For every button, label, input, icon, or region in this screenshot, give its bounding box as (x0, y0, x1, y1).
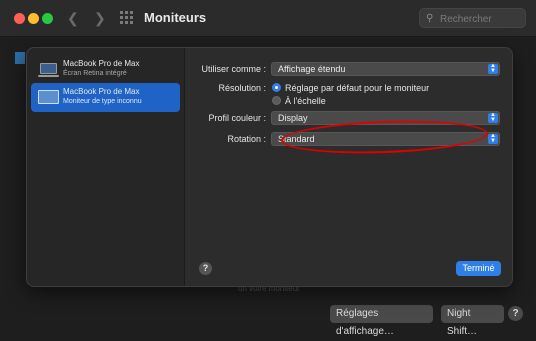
display-item-external[interactable]: MacBook Pro de Max Moniteur de type inco… (31, 83, 180, 112)
minimize-window-button[interactable] (28, 13, 39, 24)
display-list: MacBook Pro de Max Écran Retina intégré … (27, 48, 185, 286)
resolution-default-radio[interactable] (272, 83, 281, 92)
resolution-label: Résolution : (218, 83, 266, 93)
chevron-updown-icon: ▲ ▼ (488, 112, 498, 123)
chevron-updown-icon: ▲ ▼ (488, 133, 498, 144)
use-as-value: Affichage étendu (278, 64, 346, 74)
monitor-display-icon (38, 90, 59, 104)
display-name: MacBook Pro de Max (63, 87, 140, 96)
display-item-builtin[interactable]: MacBook Pro de Max Écran Retina intégré (31, 55, 180, 84)
background-display-preview (15, 52, 25, 64)
display-settings-sheet: MacBook Pro de Max Écran Retina intégré … (26, 47, 513, 287)
laptop-display-icon (38, 63, 59, 77)
resolution-default-label[interactable]: Réglage par défaut pour le moniteur (285, 83, 429, 93)
window-title: Moniteurs (144, 10, 207, 25)
display-settings-button[interactable]: Réglages d'affichage… (330, 305, 433, 337)
done-button[interactable]: Terminé (456, 261, 501, 276)
search-input[interactable] (438, 11, 526, 27)
help-icon[interactable]: ? (508, 306, 523, 321)
use-as-popup[interactable]: Affichage étendu ▲ ▼ (271, 62, 500, 76)
back-chevron-icon[interactable]: ❮ (67, 10, 79, 27)
color-profile-value: Display (278, 113, 308, 123)
rotation-label: Rotation : (227, 134, 266, 144)
resolution-scaled-label[interactable]: À l'échelle (285, 96, 326, 106)
display-subtitle: Écran Retina intégré (63, 70, 127, 77)
chevron-updown-icon: ▲ ▼ (488, 63, 498, 74)
search-field[interactable]: ⚲ (419, 8, 526, 28)
search-icon: ⚲ (426, 13, 434, 24)
color-profile-label: Profil couleur : (208, 113, 266, 123)
display-subtitle: Moniteur de type inconnu (63, 98, 142, 105)
forward-chevron-icon[interactable]: ❯ (94, 10, 106, 27)
show-all-grid-icon[interactable] (120, 11, 134, 25)
help-icon[interactable]: ? (199, 262, 212, 275)
close-window-button[interactable] (14, 13, 25, 24)
zoom-window-button[interactable] (42, 13, 53, 24)
night-shift-button[interactable]: Night Shift… (441, 305, 504, 337)
use-as-label: Utiliser comme : (201, 64, 266, 74)
display-name: MacBook Pro de Max (63, 59, 140, 68)
resolution-scaled-radio[interactable] (272, 96, 281, 105)
title-bar: ❮ ❯ Moniteurs ⚲ (0, 0, 536, 37)
